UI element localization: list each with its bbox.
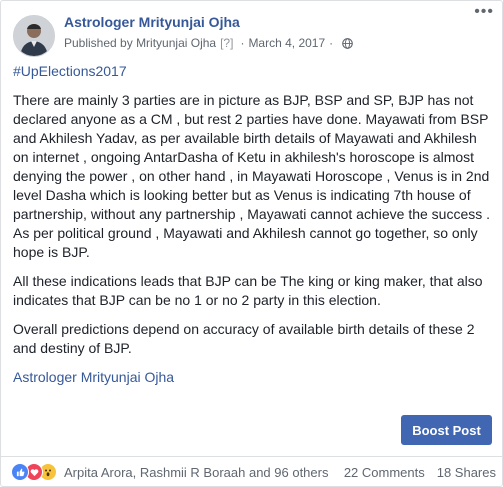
post-paragraph: Overall predictions depend on accuracy o… [13, 321, 475, 356]
post-paragraph: There are mainly 3 parties are in pictur… [13, 92, 491, 260]
ellipsis-icon[interactable]: ••• [474, 3, 494, 21]
post-date[interactable]: March 4, 2017 [248, 36, 325, 50]
like-icon [11, 463, 29, 481]
comments-count[interactable]: 22 Comments [344, 465, 425, 480]
avatar-image [14, 16, 54, 56]
post-footer: Arpita Arora, Rashmii R Boraah and 96 ot… [1, 456, 502, 487]
hashtag-link[interactable]: #UpElections2017 [13, 63, 127, 79]
signature-link[interactable]: Astrologer Mrityunjai Ojha [13, 369, 174, 385]
separator-dot: · [240, 36, 245, 50]
reaction-icons[interactable] [11, 463, 57, 481]
help-marker[interactable]: [?] [220, 36, 233, 50]
boost-post-button[interactable]: Boost Post [401, 415, 492, 445]
post-meta: Published by Mrityunjai Ojha [?] · March 4,… [64, 36, 353, 50]
separator-dot: · [329, 36, 334, 50]
author-link[interactable]: Mrityunjai Ojha [136, 36, 216, 50]
post-paragraph: All these indications leads that BJP can… [13, 273, 483, 308]
avatar[interactable] [13, 15, 55, 57]
reaction-names[interactable]: Arpita Arora, Rashmii R Boraah and 96 ot… [64, 465, 328, 480]
post-card: ••• Astrologer Mrityunjai Ojha Published… [0, 0, 503, 487]
shares-count[interactable]: 18 Shares [437, 465, 496, 480]
globe-icon[interactable] [342, 37, 353, 49]
published-prefix: Published by [64, 36, 133, 50]
page-name[interactable]: Astrologer Mrityunjai Ojha [64, 14, 240, 30]
post-body: #UpElections2017 There are mainly 3 part… [13, 62, 491, 397]
